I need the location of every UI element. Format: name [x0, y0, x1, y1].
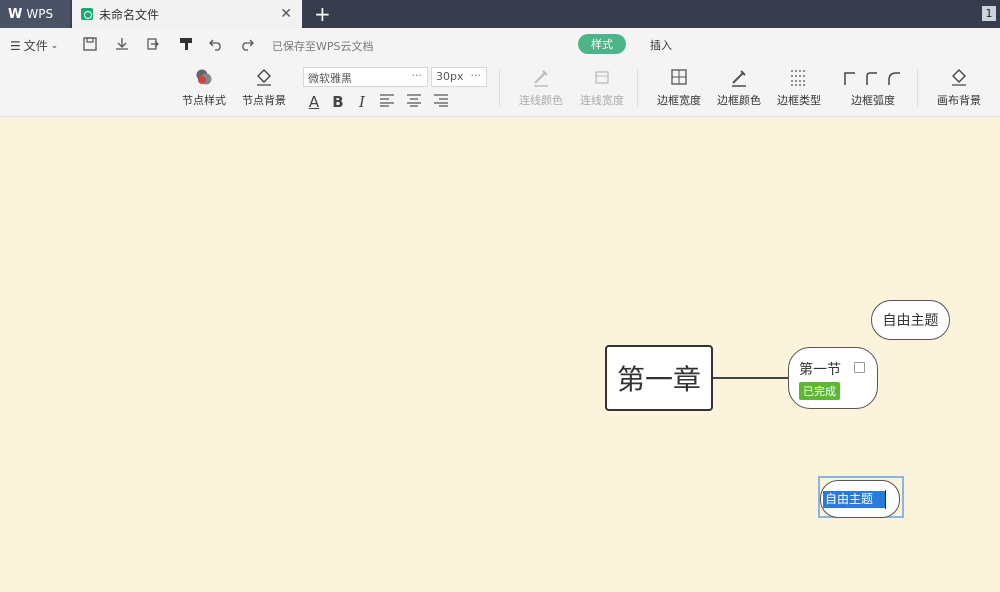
free-topic-node[interactable]: 自由主题	[871, 300, 950, 340]
save-icon	[83, 37, 97, 51]
file-menu-label: 文件	[23, 39, 48, 53]
close-tab-icon[interactable]: ✕	[280, 6, 292, 22]
download-button[interactable]	[114, 36, 130, 52]
undo-icon	[209, 39, 221, 51]
tab-bar: W WPS 未命名文件 ✕ + 1	[0, 0, 1000, 28]
quick-toolbar: ☰ 文件 ⌄ 已保存至WPS云文档 样式 插入	[0, 28, 1000, 60]
border-type-label: 边框类型	[777, 94, 821, 107]
export-button[interactable]	[145, 36, 161, 52]
root-topic-node[interactable]: 第一章	[605, 345, 713, 411]
document-tab[interactable]: 未命名文件 ✕	[72, 0, 302, 28]
align-left-icon	[380, 94, 394, 107]
border-color-label: 边框颜色	[717, 94, 761, 107]
canvas-background-label: 画布背景	[937, 94, 981, 107]
subtopic-node[interactable]: 第一节 已完成	[788, 347, 878, 409]
canvas-background-button[interactable]: 画布背景	[937, 66, 981, 108]
align-center-icon	[407, 94, 421, 107]
align-center-button[interactable]	[405, 93, 423, 111]
node-background-button[interactable]: 节点背景	[242, 66, 286, 108]
tab-style[interactable]: 样式	[578, 34, 626, 54]
editing-topic-node[interactable]: 自由主题	[820, 480, 900, 518]
line-width-label: 连线宽度	[580, 94, 624, 107]
mindmap-file-icon	[81, 8, 93, 20]
document-tab-title: 未命名文件	[99, 7, 160, 22]
download-icon	[116, 38, 128, 50]
editing-topic-text[interactable]: 自由主题	[823, 491, 885, 508]
wps-logo-icon: W	[8, 6, 23, 22]
node-background-label: 节点背景	[242, 94, 286, 107]
border-color-button[interactable]: 边框颜色	[717, 66, 761, 108]
font-size-select[interactable]: 30px ···	[431, 67, 487, 87]
wps-tab-label: WPS	[26, 7, 54, 21]
toolbar-divider	[637, 70, 638, 106]
paint-bucket-icon	[253, 66, 275, 88]
font-color-button[interactable]: A	[305, 93, 323, 111]
node-style-label: 节点样式	[182, 94, 226, 107]
text-caret	[885, 490, 886, 509]
border-width-label: 边框宽度	[657, 94, 701, 107]
italic-button[interactable]: I	[353, 93, 371, 111]
toolbar-divider	[499, 70, 500, 106]
line-color-button[interactable]: 连线颜色	[519, 66, 563, 108]
format-painter-icon	[180, 38, 192, 50]
save-status: 已保存至WPS云文档	[272, 40, 374, 53]
redo-icon	[242, 39, 254, 51]
new-tab-button[interactable]: +	[314, 2, 331, 26]
tab-insert[interactable]: 插入	[650, 37, 672, 53]
style-toolbar: 节点样式 节点背景 微软雅黑 ··· 30px ··· A B I 连线颜色 连…	[0, 60, 1000, 117]
align-right-icon	[434, 94, 448, 107]
undo-button[interactable]	[208, 36, 224, 52]
more-icon: ···	[470, 69, 482, 82]
topic-connector-line	[713, 377, 789, 379]
file-menu[interactable]: ☰ 文件 ⌄	[10, 37, 58, 54]
menu-icon: ☰	[10, 38, 21, 53]
border-width-button[interactable]: 边框宽度	[657, 66, 701, 108]
chevron-down-icon: ⌄	[50, 40, 59, 51]
bold-button[interactable]: B	[329, 93, 347, 111]
font-family-select[interactable]: 微软雅黑 ···	[303, 67, 428, 87]
align-left-button[interactable]	[378, 93, 396, 111]
font-family-value: 微软雅黑	[308, 72, 352, 85]
save-button[interactable]	[82, 36, 98, 52]
node-style-icon	[193, 66, 215, 88]
line-width-icon	[591, 66, 613, 88]
window-count-badge[interactable]: 1	[982, 6, 996, 21]
border-width-icon	[668, 66, 690, 88]
wps-home-tab[interactable]: W WPS	[0, 0, 70, 28]
format-painter-button[interactable]	[178, 36, 194, 52]
border-radius-button[interactable]: 边框弧度	[843, 66, 903, 108]
node-style-button[interactable]: 节点样式	[182, 66, 226, 108]
line-color-label: 连线颜色	[519, 94, 563, 107]
note-icon[interactable]	[854, 362, 865, 373]
line-width-button[interactable]: 连线宽度	[580, 66, 624, 108]
border-radius-icon	[843, 66, 903, 88]
border-type-icon	[788, 66, 810, 88]
paint-bucket-icon	[948, 66, 970, 88]
subtopic-label: 第一节	[799, 362, 841, 378]
border-type-button[interactable]: 边框类型	[777, 66, 821, 108]
toolbar-divider	[917, 70, 918, 106]
line-color-icon	[530, 66, 552, 88]
align-right-button[interactable]	[432, 93, 450, 111]
export-icon	[147, 38, 159, 50]
status-badge: 已完成	[799, 382, 840, 400]
font-size-value: 30px	[436, 70, 464, 83]
more-icon: ···	[411, 69, 423, 82]
border-radius-label: 边框弧度	[851, 94, 895, 107]
border-color-icon	[728, 66, 750, 88]
redo-button[interactable]	[239, 36, 255, 52]
